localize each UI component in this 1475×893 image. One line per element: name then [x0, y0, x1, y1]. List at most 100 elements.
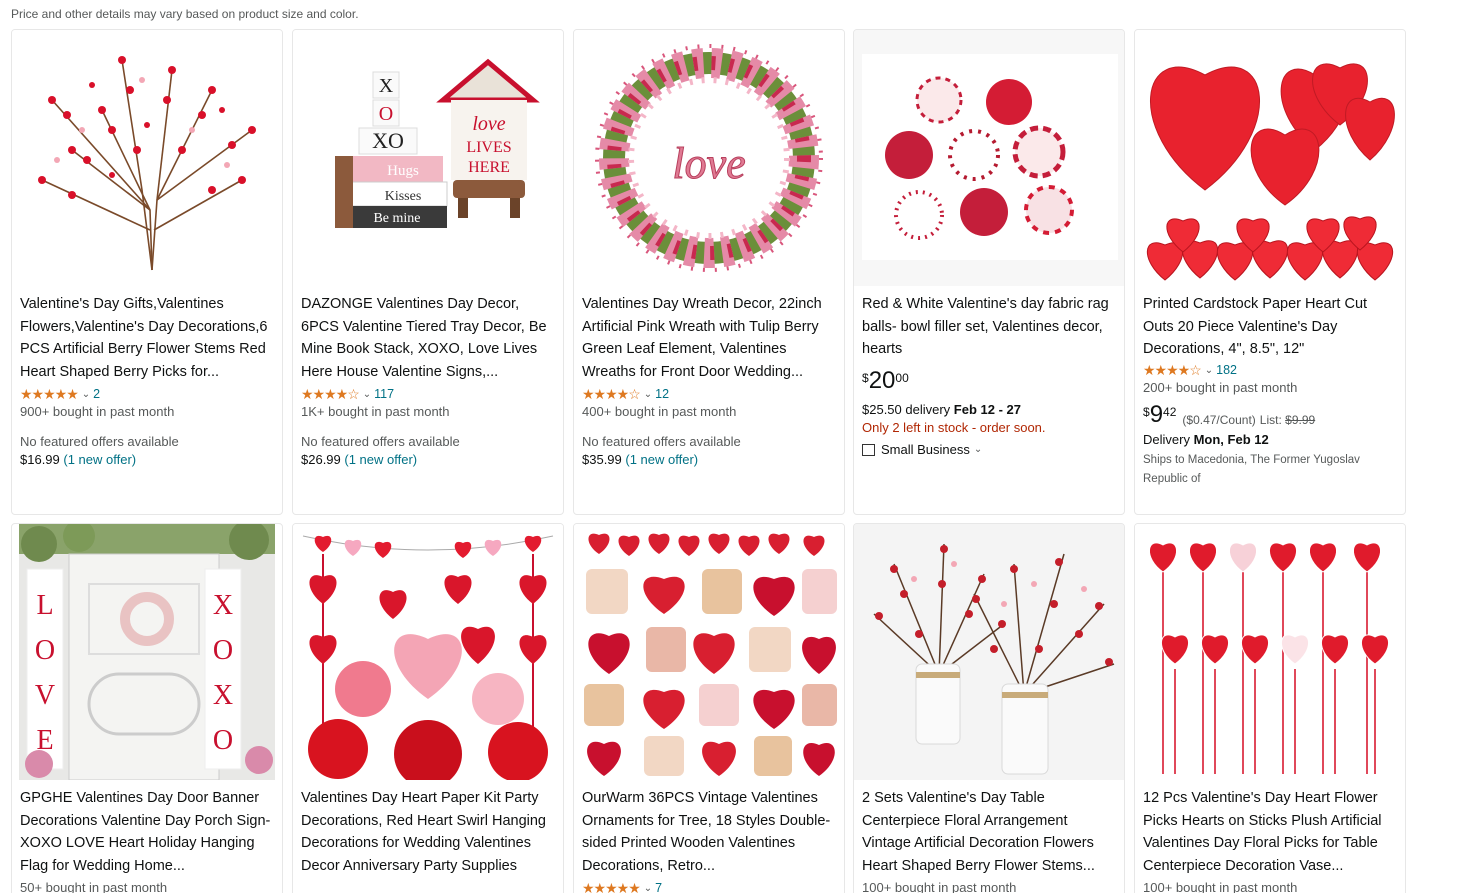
- product-title[interactable]: OurWarm 36PCS Vintage Valentines Ornamen…: [582, 787, 840, 877]
- price-symbol: $: [862, 371, 869, 385]
- img-text: X: [213, 680, 233, 711]
- product-image-berry-stems[interactable]: [12, 30, 282, 286]
- offer-link[interactable]: (1 new offer): [344, 452, 417, 467]
- product-image-heart-paper-kit[interactable]: [293, 524, 563, 780]
- chevron-down-icon[interactable]: ⌄: [974, 441, 982, 459]
- product-image-table-centerpiece[interactable]: [854, 524, 1124, 780]
- no-offers-text: No featured offers available: [582, 434, 741, 449]
- product-title[interactable]: Printed Cardstock Paper Heart Cut Outs 2…: [1143, 293, 1401, 361]
- price-disclaimer: Price and other details may vary based o…: [11, 7, 359, 21]
- delivery-date: Feb 12 - 27: [953, 402, 1021, 417]
- product-card[interactable]: X O XO Hugs Kisses Be mine love LIVES HE…: [292, 29, 564, 515]
- offer-link[interactable]: (1 new offer): [63, 452, 136, 467]
- rating-count[interactable]: 2: [93, 387, 100, 401]
- img-text: O: [213, 635, 233, 666]
- bought-count: 1K+ bought in past month: [301, 404, 450, 419]
- img-text: LIVES: [466, 139, 511, 156]
- product-image-rag-balls[interactable]: [854, 30, 1124, 286]
- product-title[interactable]: DAZONGE Valentines Day Decor, 6PCS Valen…: [301, 293, 559, 383]
- img-text: love: [472, 113, 505, 135]
- rating-count[interactable]: 7: [655, 881, 662, 893]
- product-image-pink-wreath[interactable]: love: [574, 30, 844, 286]
- product-image-door-banner[interactable]: L O V E X O X O: [19, 524, 275, 780]
- product-card[interactable]: L O V E X O X O GPGHE Valentines Day Doo…: [11, 523, 283, 893]
- product-title[interactable]: 2 Sets Valentine's Day Table Centerpiece…: [862, 787, 1120, 877]
- offer-price: $26.99: [301, 452, 341, 467]
- img-text: O: [35, 635, 55, 666]
- list-price-value: $9.99: [1285, 413, 1316, 427]
- delivery-date: Mon, Feb 12: [1193, 432, 1269, 447]
- chevron-down-icon[interactable]: ⌄: [644, 883, 652, 893]
- offer-link[interactable]: (1 new offer): [625, 452, 698, 467]
- img-text: V: [35, 680, 55, 711]
- price: $ 9 42 ($0.47/Count) List: $9.99: [1143, 401, 1401, 429]
- rating[interactable]: ★★★★☆ ⌄ 117: [301, 385, 559, 403]
- img-text: O: [379, 103, 393, 125]
- bought-count: 900+ bought in past month: [20, 404, 175, 419]
- list-label: List:: [1259, 413, 1282, 427]
- product-image-heart-picks[interactable]: [1135, 524, 1405, 780]
- product-card[interactable]: Valentine's Day Gifts,Valentines Flowers…: [11, 29, 283, 515]
- product-card[interactable]: Red & White Valentine's day fabric rag b…: [853, 29, 1125, 515]
- chevron-down-icon[interactable]: ⌄: [644, 389, 652, 400]
- stock-warning: Only 2 left in stock - order soon.: [862, 420, 1046, 435]
- product-title[interactable]: Valentine's Day Gifts,Valentines Flowers…: [20, 293, 278, 383]
- img-text: Hugs: [387, 163, 419, 179]
- product-card[interactable]: love Valentines Day Wreath Decor, 22inch…: [573, 29, 845, 515]
- price-whole: 20: [868, 367, 896, 394]
- product-image-paper-hearts[interactable]: [1135, 30, 1405, 286]
- rating-count[interactable]: 182: [1216, 363, 1237, 377]
- img-text: X: [213, 590, 233, 621]
- product-image-tray-decor[interactable]: X O XO Hugs Kisses Be mine love LIVES HE…: [293, 30, 563, 286]
- price-fraction: 00: [895, 371, 909, 385]
- offer-line: $26.99 (1 new offer): [301, 451, 559, 469]
- rating-count[interactable]: 12: [655, 387, 669, 401]
- price-fraction: 42: [1163, 405, 1177, 419]
- chevron-down-icon[interactable]: ⌄: [1205, 365, 1213, 376]
- offer-price: $16.99: [20, 452, 60, 467]
- offer-line: $16.99 (1 new offer): [20, 451, 278, 469]
- product-card[interactable]: Printed Cardstock Paper Heart Cut Outs 2…: [1134, 29, 1406, 515]
- delivery-cost: $25.50 delivery: [862, 402, 951, 417]
- img-text: HERE: [468, 159, 510, 176]
- ships-to-text: Ships to Macedonia, The Former Yugoslav …: [1143, 454, 1360, 485]
- product-card[interactable]: OurWarm 36PCS Vintage Valentines Ornamen…: [573, 523, 845, 893]
- badge-label: Small Business: [881, 442, 970, 457]
- chevron-down-icon[interactable]: ⌄: [82, 389, 90, 400]
- delivery-label: Delivery: [1143, 432, 1190, 447]
- delivery-info: $25.50 delivery Feb 12 - 27: [862, 401, 1120, 419]
- bought-count: 200+ bought in past month: [1143, 380, 1298, 395]
- product-title[interactable]: Red & White Valentine's day fabric rag b…: [862, 293, 1120, 361]
- no-offers-text: No featured offers available: [20, 434, 179, 449]
- price: $ 20 00: [862, 367, 1120, 395]
- star-rating-icon: ★★★★★: [582, 879, 641, 893]
- product-image-vintage-ornaments[interactable]: [574, 524, 844, 780]
- product-title[interactable]: GPGHE Valentines Day Door Banner Decorat…: [20, 787, 278, 877]
- rating[interactable]: ★★★★☆ ⌄ 182: [1143, 361, 1401, 379]
- rating-count[interactable]: 117: [374, 387, 394, 401]
- star-rating-icon: ★★★★★: [20, 385, 79, 402]
- product-card[interactable]: 2 Sets Valentine's Day Table Centerpiece…: [853, 523, 1125, 893]
- img-text: Be mine: [373, 211, 420, 226]
- product-title[interactable]: Valentines Day Heart Paper Kit Party Dec…: [301, 787, 559, 877]
- rating[interactable]: ★★★★★ ⌄ 7: [582, 879, 840, 893]
- small-business-badge[interactable]: Small Business ⌄: [862, 441, 1120, 459]
- offer-price: $35.99: [582, 452, 622, 467]
- bought-count: 100+ bought in past month: [862, 880, 1017, 893]
- bought-count: 100+ bought in past month: [1143, 880, 1298, 893]
- rating[interactable]: ★★★★★ ⌄ 2: [20, 385, 278, 403]
- chevron-down-icon[interactable]: ⌄: [363, 389, 371, 400]
- product-title[interactable]: Valentines Day Wreath Decor, 22inch Arti…: [582, 293, 840, 383]
- offer-line: $35.99 (1 new offer): [582, 451, 840, 469]
- img-text: X: [379, 75, 394, 97]
- product-card[interactable]: Valentines Day Heart Paper Kit Party Dec…: [292, 523, 564, 893]
- product-card[interactable]: 12 Pcs Valentine's Day Heart Flower Pick…: [1134, 523, 1406, 893]
- rating[interactable]: ★★★★☆ ⌄ 12: [582, 385, 840, 403]
- product-title[interactable]: 12 Pcs Valentine's Day Heart Flower Pick…: [1143, 787, 1401, 877]
- storefront-icon: [862, 444, 875, 456]
- no-offers-text: No featured offers available: [301, 434, 460, 449]
- img-text: L: [36, 590, 53, 621]
- list-price: List: $9.99: [1260, 413, 1315, 427]
- price-symbol: $: [1143, 405, 1150, 419]
- bought-count: 50+ bought in past month: [20, 880, 168, 893]
